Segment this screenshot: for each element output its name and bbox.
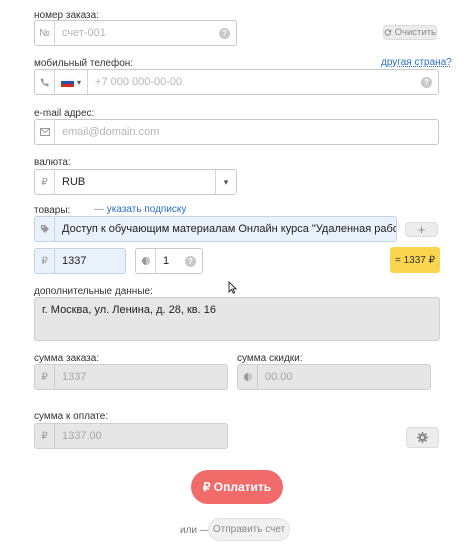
quantity-value[interactable]: 1 xyxy=(156,255,185,267)
quantity-field[interactable]: 1 ? xyxy=(135,248,203,274)
total-badge: = 1337 ₽ xyxy=(390,247,440,273)
price-value[interactable]: 1337 xyxy=(55,255,125,267)
tag-icon xyxy=(35,217,55,241)
payment-sum-field: ₽ 1337.00 xyxy=(34,423,228,449)
ruble-icon: ₽ xyxy=(35,424,55,448)
currency-label: валюта: xyxy=(34,157,71,168)
discount-sum-field: 00.00 xyxy=(237,364,431,390)
phone-label: мобильный телефон: xyxy=(34,58,134,69)
payment-sum-value: 1337.00 xyxy=(62,430,102,442)
price-field[interactable]: ₽ 1337 xyxy=(34,248,126,274)
envelope-icon xyxy=(35,120,55,144)
clear-button-label: Очистить xyxy=(394,27,436,38)
pay-button[interactable]: ₽ Оплатить xyxy=(191,470,283,504)
email-placeholder[interactable]: email@domain.com xyxy=(55,126,438,138)
help-icon[interactable]: ? xyxy=(219,27,230,39)
or-text: или — xyxy=(180,525,210,536)
help-icon[interactable]: ? xyxy=(185,255,196,267)
order-number-field[interactable]: № счет-001 ? xyxy=(34,20,237,46)
extra-data-textarea[interactable]: г. Москва, ул. Ленина, д. 28, кв. 16 xyxy=(34,297,440,341)
specify-subscription-link[interactable]: указать подписку xyxy=(107,204,187,215)
phone-field[interactable]: ▾ +7 000 000-00-00 ? xyxy=(34,69,439,95)
email-field[interactable]: email@domain.com xyxy=(34,119,439,145)
help-icon[interactable]: ? xyxy=(421,76,432,88)
quantity-icon xyxy=(136,249,156,273)
russia-flag-icon xyxy=(61,77,74,87)
extra-data-label: дополнительные данные: xyxy=(34,286,153,297)
goods-item-field[interactable]: Доступ к обучающим материалам Онлайн кур… xyxy=(34,216,397,242)
payment-sum-label: сумма к оплате: xyxy=(34,411,109,422)
phone-icon xyxy=(35,70,55,94)
ruble-icon: ₽ xyxy=(35,365,55,389)
currency-select[interactable]: ₽ RUB ▾ xyxy=(34,169,237,195)
settings-button[interactable] xyxy=(406,427,439,448)
ruble-icon: ₽ xyxy=(35,249,55,273)
refresh-icon xyxy=(384,29,392,36)
order-number-placeholder[interactable]: счет-001 xyxy=(55,27,219,39)
ruble-icon: ₽ xyxy=(35,170,55,194)
order-sum-field: ₽ 1337 xyxy=(34,364,228,390)
discount-sum-label: сумма скидки: xyxy=(237,353,303,364)
subscription-caption: — указать подписку xyxy=(94,204,186,215)
order-sum-label: сумма заказа: xyxy=(34,353,100,364)
caption-dash: — xyxy=(94,204,104,215)
add-item-button[interactable]: + xyxy=(405,222,438,237)
mouse-cursor-icon xyxy=(228,281,237,294)
goods-label: товары: xyxy=(34,205,71,216)
other-country-link[interactable]: другая страна? xyxy=(381,57,452,68)
phone-placeholder[interactable]: +7 000 000-00-00 xyxy=(88,76,421,88)
country-selector[interactable]: ▾ xyxy=(55,70,89,94)
goods-item-name[interactable]: Доступ к обучающим материалам Онлайн кур… xyxy=(55,223,396,235)
discount-sum-value: 00.00 xyxy=(265,371,293,383)
email-label: e-mail адрес: xyxy=(34,108,95,119)
clear-button[interactable]: Очистить xyxy=(383,25,437,40)
order-sum-value: 1337 xyxy=(62,371,87,383)
gear-icon xyxy=(417,432,428,443)
chevron-down-icon: ▾ xyxy=(77,77,82,87)
currency-value: RUB xyxy=(62,176,86,188)
discount-icon xyxy=(238,365,258,389)
chevron-down-icon[interactable]: ▾ xyxy=(215,170,236,194)
send-invoice-button[interactable]: Отправить счет xyxy=(208,518,290,541)
number-sign-icon: № xyxy=(35,21,55,45)
